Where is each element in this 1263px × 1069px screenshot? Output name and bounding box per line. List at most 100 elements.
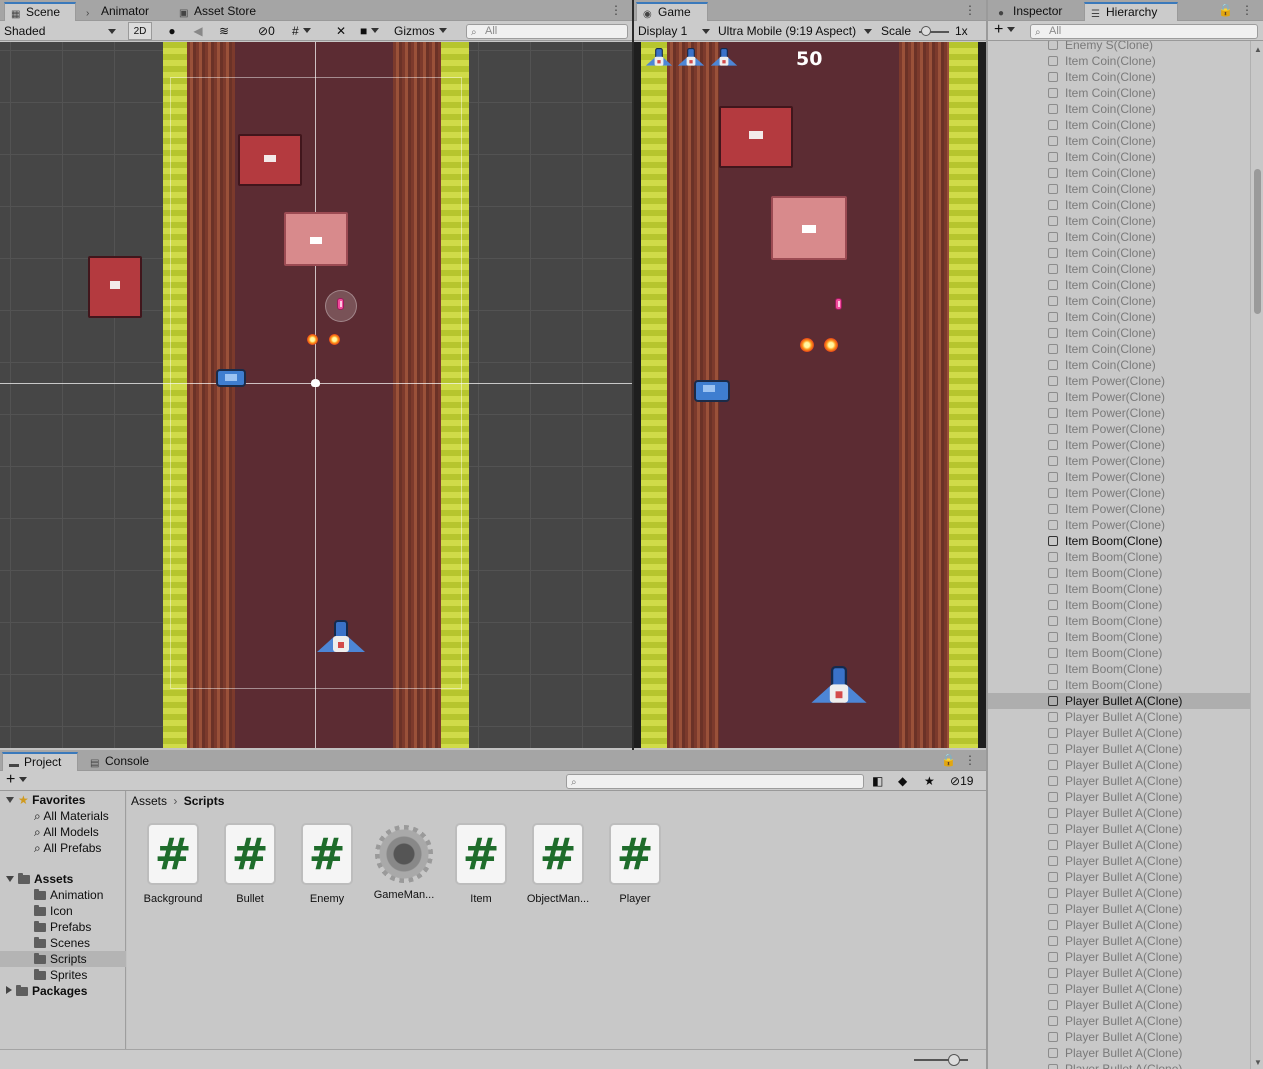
folder-scripts[interactable]: Scripts: [0, 951, 126, 967]
tab-console[interactable]: ▤ Console: [84, 752, 157, 771]
grid-snap-dropdown[interactable]: #: [292, 22, 326, 40]
game-canvas[interactable]: 50: [634, 42, 986, 748]
hierarchy-item[interactable]: Player Bullet A(Clone): [988, 933, 1250, 949]
tab-hierarchy[interactable]: ☰ Hierarchy: [1084, 2, 1178, 21]
assets-root-row[interactable]: Assets: [6, 871, 73, 887]
folder-sprites[interactable]: Sprites: [34, 967, 87, 983]
hierarchy-scrollbar[interactable]: ▲ ▼: [1250, 41, 1263, 1069]
hierarchy-item[interactable]: Item Coin(Clone): [988, 53, 1250, 69]
packages-root-row[interactable]: Packages: [6, 983, 87, 999]
hierarchy-item[interactable]: Item Coin(Clone): [988, 85, 1250, 101]
hierarchy-item[interactable]: Player Bullet A(Clone): [988, 965, 1250, 981]
project-search-input[interactable]: ⌕: [566, 774, 864, 789]
hierarchy-item[interactable]: Item Coin(Clone): [988, 149, 1250, 165]
2d-toggle-button[interactable]: 2D: [128, 22, 152, 40]
hierarchy-item[interactable]: Enemy S(Clone): [988, 41, 1250, 53]
hierarchy-item[interactable]: Player Bullet A(Clone): [988, 1029, 1250, 1045]
create-dropdown[interactable]: +: [994, 22, 1024, 40]
asset-file[interactable]: # ObjectMan...: [522, 823, 594, 905]
asset-file[interactable]: # Bullet: [214, 823, 286, 905]
favorite-star-icon[interactable]: ★: [924, 772, 940, 790]
hierarchy-item[interactable]: Item Power(Clone): [988, 405, 1250, 421]
hierarchy-item[interactable]: Player Bullet A(Clone): [988, 1013, 1250, 1029]
tab-project[interactable]: ▬ Project: [2, 752, 78, 771]
hierarchy-item[interactable]: Item Coin(Clone): [988, 165, 1250, 181]
hierarchy-item[interactable]: Player Bullet A(Clone): [988, 741, 1250, 757]
hierarchy-item[interactable]: Item Coin(Clone): [988, 261, 1250, 277]
camera-gizmo-icon[interactable]: [311, 379, 320, 387]
hierarchy-item[interactable]: Item Coin(Clone): [988, 117, 1250, 133]
hierarchy-item[interactable]: Item Coin(Clone): [988, 293, 1250, 309]
item-power-sprite[interactable]: [216, 369, 246, 387]
filter-label-icon[interactable]: ◆: [898, 772, 914, 790]
hierarchy-item[interactable]: Player Bullet A(Clone): [988, 725, 1250, 741]
hierarchy-item[interactable]: Item Coin(Clone): [988, 357, 1250, 373]
hierarchy-item[interactable]: Item Coin(Clone): [988, 69, 1250, 85]
shading-mode-dropdown[interactable]: Shaded: [4, 22, 120, 40]
folder-prefabs[interactable]: Prefabs: [34, 919, 91, 935]
filter-type-icon[interactable]: ◧: [872, 772, 888, 790]
hierarchy-item[interactable]: Item Power(Clone): [988, 453, 1250, 469]
hierarchy-item[interactable]: Item Coin(Clone): [988, 277, 1250, 293]
scroll-down-icon[interactable]: ▼: [1254, 1058, 1262, 1067]
favorites-row[interactable]: ★ Favorites: [6, 792, 85, 808]
hierarchy-item[interactable]: Player Bullet A(Clone): [988, 709, 1250, 725]
hierarchy-menu-icon[interactable]: ⋮: [1241, 4, 1253, 16]
hierarchy-item[interactable]: Item Coin(Clone): [988, 341, 1250, 357]
hierarchy-item[interactable]: Item Boom(Clone): [988, 549, 1250, 565]
hierarchy-item[interactable]: Player Bullet A(Clone): [988, 853, 1250, 869]
hierarchy-item[interactable]: Player Bullet A(Clone): [988, 949, 1250, 965]
hierarchy-item[interactable]: Item Coin(Clone): [988, 245, 1250, 261]
hierarchy-item[interactable]: Item Power(Clone): [988, 485, 1250, 501]
enemy-bullet-sprite[interactable]: [337, 298, 344, 310]
hierarchy-item[interactable]: Player Bullet A(Clone): [988, 821, 1250, 837]
asset-file[interactable]: GameMan...: [368, 823, 440, 901]
asset-file[interactable]: # Player: [599, 823, 671, 905]
display-dropdown[interactable]: Display 1: [638, 22, 712, 40]
hierarchy-item[interactable]: Item Power(Clone): [988, 421, 1250, 437]
hierarchy-item[interactable]: Player Bullet A(Clone): [988, 805, 1250, 821]
hidden-packages-toggle[interactable]: ⊘19: [950, 772, 984, 790]
hidden-objects-toggle[interactable]: ⊘0: [258, 22, 286, 40]
icon-size-slider[interactable]: [914, 1054, 968, 1066]
hierarchy-item[interactable]: Item Coin(Clone): [988, 213, 1250, 229]
game-menu-icon[interactable]: ⋮: [964, 4, 976, 16]
hierarchy-item[interactable]: Player Bullet A(Clone): [988, 997, 1250, 1013]
tab-asset-store[interactable]: ▣ Asset Store: [173, 2, 264, 21]
tab-inspector[interactable]: ● Inspector: [992, 2, 1070, 21]
breadcrumb-scripts[interactable]: Scripts: [184, 794, 225, 808]
hierarchy-item[interactable]: Player Bullet A(Clone): [988, 1061, 1250, 1069]
hierarchy-item[interactable]: Player Bullet A(Clone): [988, 981, 1250, 997]
enemy-hit-sprite[interactable]: [284, 212, 348, 266]
hierarchy-item[interactable]: Player Bullet A(Clone): [988, 901, 1250, 917]
folder-animation[interactable]: Animation: [34, 887, 103, 903]
aspect-dropdown[interactable]: Ultra Mobile (9:19 Aspect): [718, 22, 874, 40]
hierarchy-item[interactable]: Item Coin(Clone): [988, 309, 1250, 325]
hierarchy-item[interactable]: Player Bullet A(Clone): [988, 773, 1250, 789]
hierarchy-item[interactable]: Item Power(Clone): [988, 501, 1250, 517]
fireball-sprite[interactable]: [329, 334, 340, 345]
scene-menu-icon[interactable]: ⋮: [610, 4, 622, 16]
scene-search-input[interactable]: ⌕ All: [466, 24, 628, 39]
hierarchy-item[interactable]: Item Coin(Clone): [988, 133, 1250, 149]
scale-slider[interactable]: [919, 22, 949, 40]
favorites-item[interactable]: ⌕ All Models: [34, 824, 99, 840]
hierarchy-search-input[interactable]: ⌕ All: [1030, 24, 1258, 39]
hierarchy-item[interactable]: Player Bullet A(Clone): [988, 757, 1250, 773]
effects-icon[interactable]: ≋: [216, 22, 232, 40]
project-menu-icon[interactable]: ⋮: [964, 754, 976, 766]
scrollbar-thumb[interactable]: [1254, 169, 1261, 314]
hierarchy-item[interactable]: Item Boom(Clone): [988, 565, 1250, 581]
breadcrumb-assets[interactable]: Assets: [131, 794, 167, 808]
hierarchy-item[interactable]: Item Coin(Clone): [988, 197, 1250, 213]
asset-file[interactable]: # Item: [445, 823, 517, 905]
hierarchy-item[interactable]: Item Coin(Clone): [988, 181, 1250, 197]
hierarchy-item[interactable]: Item Power(Clone): [988, 517, 1250, 533]
scene-canvas[interactable]: [0, 42, 632, 748]
hierarchy-item[interactable]: Item Boom(Clone): [988, 613, 1250, 629]
create-asset-dropdown[interactable]: +: [6, 772, 36, 790]
hierarchy-item[interactable]: Item Coin(Clone): [988, 325, 1250, 341]
hierarchy-item[interactable]: Item Power(Clone): [988, 389, 1250, 405]
fireball-sprite[interactable]: [307, 334, 318, 345]
hierarchy-item[interactable]: Player Bullet A(Clone): [988, 1045, 1250, 1061]
